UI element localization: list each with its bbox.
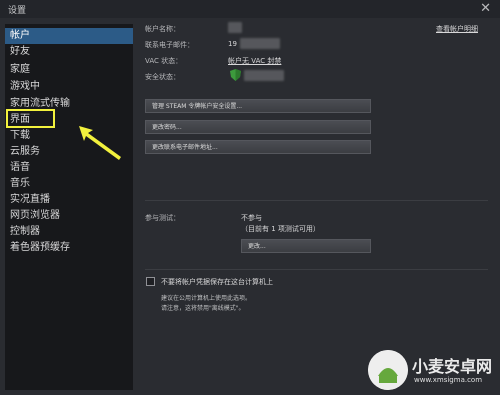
security-status-redacted [244, 70, 284, 81]
dont-save-credentials-checkbox[interactable] [146, 277, 155, 286]
settings-sidebar: 帐户 好友 家庭 游戏中 家用流式传输 界面 下载 云服务 语音 音乐 实况直播… [5, 24, 133, 390]
security-status-label: 安全状态： [145, 73, 180, 81]
beta-participation-value: 不参与 [241, 214, 262, 222]
account-name-label: 帐户名称： [145, 25, 180, 33]
view-account-details-link[interactable]: 查看帐户明细 [436, 24, 478, 34]
account-name-redacted [228, 22, 242, 33]
sidebar-item-shader-cache[interactable]: 着色器预缓存 [5, 240, 133, 256]
beta-participation-label: 参与测试： [145, 214, 180, 222]
contact-email-value: 19 [228, 40, 237, 48]
change-email-button[interactable]: 更改联系电子邮件地址... [145, 140, 371, 154]
section-divider [145, 200, 488, 201]
sidebar-item-account[interactable]: 帐户 [5, 28, 133, 44]
contact-email-redacted [240, 38, 280, 49]
vac-status-link[interactable]: 帐户无 VAC 封禁 [228, 56, 281, 66]
close-icon[interactable]: ✕ [480, 1, 491, 16]
watermark-text: 小麦安卓网 [412, 357, 493, 376]
account-panel: 帐户名称： 查看帐户明细 联系电子邮件： 19 VAC 状态： 帐户无 VAC … [136, 20, 495, 390]
settings-window: 设置 ✕ 帐户 好友 家庭 游戏中 家用流式传输 界面 下载 云服务 语音 音乐… [0, 0, 500, 395]
offline-mode-note: 请注意，这将禁用"离线模式"。 [161, 305, 245, 312]
public-computer-note: 建议在公用计算机上使用此选项。 [161, 295, 252, 302]
title-bar: 设置 ✕ [0, 0, 500, 18]
dont-save-credentials-label: 不要将帐户凭据保存在这台计算机上 [161, 278, 273, 286]
sidebar-item-in-game[interactable]: 游戏中 [5, 79, 133, 95]
android-logo-icon [368, 350, 408, 390]
shield-icon [230, 69, 241, 81]
window-title: 设置 [8, 6, 27, 16]
sidebar-item-web-browser[interactable]: 网页浏览器 [5, 208, 133, 224]
beta-available-note: （目前有 1 项测试可用） [241, 225, 320, 233]
beta-change-button[interactable]: 更改... [241, 239, 371, 253]
contact-email-label: 联系电子邮件： [145, 41, 194, 49]
sidebar-item-voice[interactable]: 语音 [5, 160, 133, 176]
sidebar-item-friends[interactable]: 好友 [5, 44, 133, 60]
sidebar-item-family[interactable]: 家庭 [5, 62, 133, 78]
change-password-button[interactable]: 更改密码... [145, 120, 371, 134]
sidebar-item-broadcasting[interactable]: 实况直播 [5, 192, 133, 208]
sidebar-item-music[interactable]: 音乐 [5, 176, 133, 192]
sidebar-item-controller[interactable]: 控制器 [5, 224, 133, 240]
vac-status-label: VAC 状态： [145, 57, 183, 65]
interface-highlight-box [6, 109, 55, 128]
pointer-arrow-icon [79, 126, 121, 160]
section-divider [145, 269, 488, 270]
site-watermark: 小麦安卓网 www.xmsigma.com [368, 350, 492, 390]
manage-steam-guard-button[interactable]: 管理 STEAM 令牌帐户安全设置... [145, 99, 371, 113]
watermark-url: www.xmsigma.com [414, 376, 483, 384]
